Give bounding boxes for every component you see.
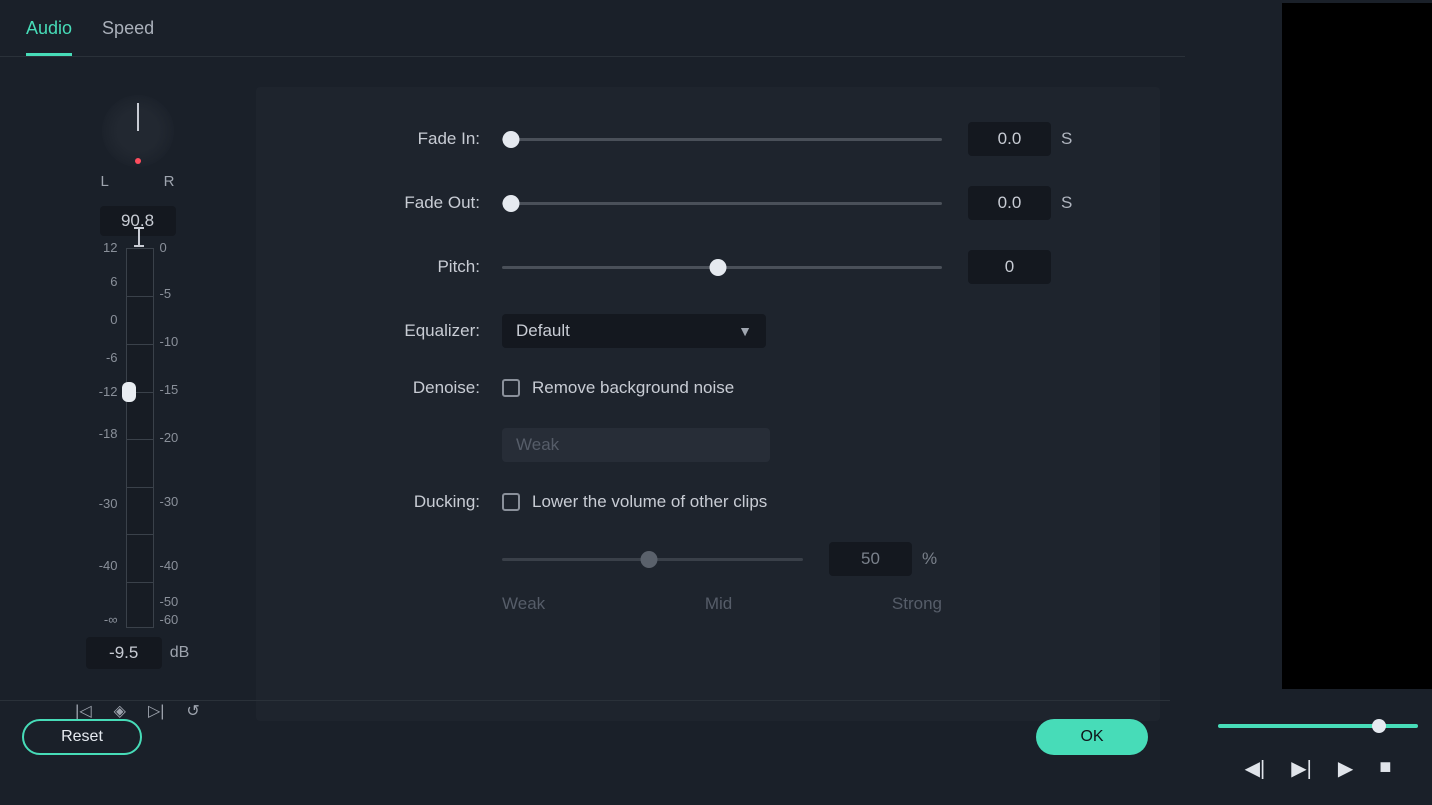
equalizer-label: Equalizer: bbox=[284, 321, 502, 341]
volume-db-text: -9.5 bbox=[109, 643, 138, 663]
ducking-label: Ducking: bbox=[284, 492, 502, 512]
fade-out-label: Fade Out: bbox=[284, 193, 502, 213]
equalizer-selected: Default bbox=[516, 321, 570, 341]
denoise-label: Denoise: bbox=[284, 378, 502, 398]
pitch-value[interactable]: 0 bbox=[968, 250, 1051, 284]
ducking-slider bbox=[502, 558, 803, 561]
fade-in-slider[interactable] bbox=[502, 138, 942, 141]
equalizer-select[interactable]: Default ▼ bbox=[502, 314, 766, 348]
denoise-checkbox-label: Remove background noise bbox=[532, 378, 734, 398]
fade-in-unit: S bbox=[1061, 129, 1081, 149]
tabs-bar: Audio Speed bbox=[0, 0, 1185, 57]
tab-audio[interactable]: Audio bbox=[26, 12, 72, 56]
ok-button[interactable]: OK bbox=[1036, 719, 1148, 755]
fade-in-value[interactable]: 0.0 bbox=[968, 122, 1051, 156]
dialog-footer: Reset OK bbox=[0, 700, 1170, 755]
pitch-label: Pitch: bbox=[284, 257, 502, 277]
pan-knob[interactable] bbox=[102, 95, 174, 167]
volume-meter: 12 6 0 -6 -12 -18 -30 -40 -∞ 0 -5 -10 -1… bbox=[58, 244, 218, 629]
pause-icon[interactable]: ▶| bbox=[1291, 756, 1312, 781]
tab-speed[interactable]: Speed bbox=[102, 12, 154, 56]
chevron-down-icon: ▼ bbox=[738, 323, 752, 339]
denoise-checkbox[interactable] bbox=[502, 379, 520, 397]
transport-controls: ◀| ▶| ▶ ■ bbox=[1208, 724, 1428, 781]
fade-out-unit: S bbox=[1061, 193, 1081, 213]
fade-in-label: Fade In: bbox=[284, 129, 502, 149]
pitch-thumb[interactable] bbox=[709, 259, 726, 276]
prev-frame-icon[interactable]: ◀| bbox=[1245, 756, 1266, 781]
pan-right-label: R bbox=[164, 173, 175, 190]
audio-settings-panel: Fade In: 0.0 S Fade Out: 0.0 S Pitch: bbox=[256, 87, 1160, 721]
db-unit-label: dB bbox=[170, 644, 190, 662]
pan-value-input[interactable]: 90.8 bbox=[100, 206, 176, 236]
play-icon[interactable]: ▶ bbox=[1338, 756, 1353, 781]
ducking-thumb bbox=[641, 551, 658, 568]
denoise-level-select: Weak bbox=[502, 428, 770, 462]
volume-slider-track[interactable] bbox=[126, 248, 154, 628]
ducking-scale: Weak Mid Strong bbox=[502, 594, 942, 614]
preview-pane bbox=[1282, 3, 1432, 689]
pan-left-label: L bbox=[101, 173, 109, 190]
pan-indicator-icon bbox=[135, 158, 141, 164]
pitch-slider[interactable] bbox=[502, 266, 942, 269]
reset-button[interactable]: Reset bbox=[22, 719, 142, 755]
playback-progress[interactable] bbox=[1218, 724, 1418, 728]
ducking-unit: % bbox=[922, 549, 942, 569]
fade-out-value[interactable]: 0.0 bbox=[968, 186, 1051, 220]
volume-column: L R 90.8 12 bbox=[25, 87, 250, 721]
volume-db-input[interactable]: -9.5 bbox=[86, 637, 162, 669]
fade-out-thumb[interactable] bbox=[502, 195, 519, 212]
ducking-checkbox-label: Lower the volume of other clips bbox=[532, 492, 767, 512]
fade-out-slider[interactable] bbox=[502, 202, 942, 205]
volume-slider-thumb[interactable] bbox=[122, 382, 136, 402]
ducking-value: 50 bbox=[829, 542, 912, 576]
fade-in-thumb[interactable] bbox=[502, 131, 519, 148]
progress-thumb[interactable] bbox=[1372, 719, 1386, 733]
stop-icon[interactable]: ■ bbox=[1379, 756, 1391, 781]
ducking-checkbox[interactable] bbox=[502, 493, 520, 511]
